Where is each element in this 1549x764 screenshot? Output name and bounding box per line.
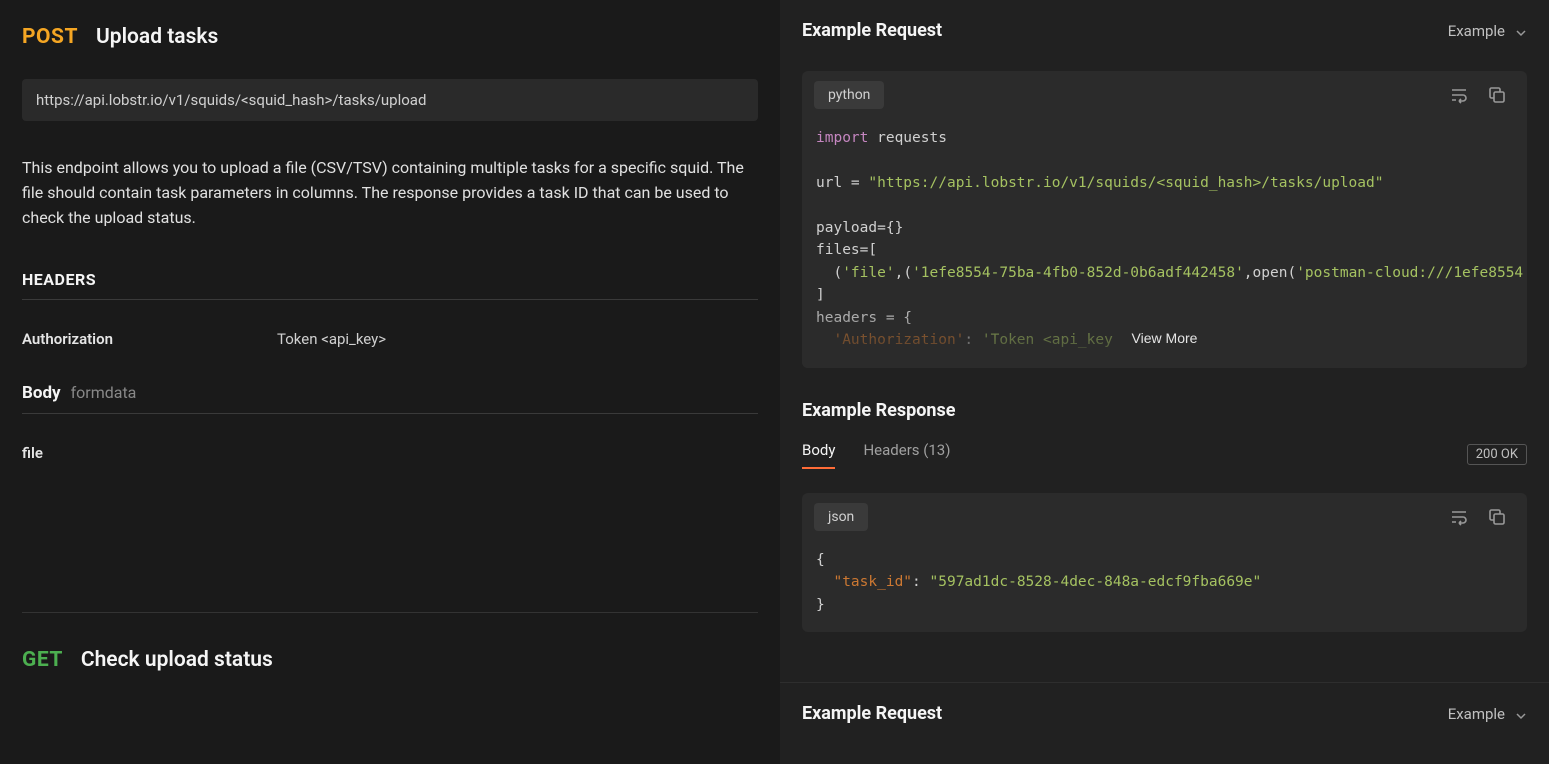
code-keyword: import: [816, 130, 868, 146]
code-string: 'file': [842, 265, 894, 281]
code-text: payload={}: [816, 220, 903, 236]
example-dropdown-label: Example: [1448, 705, 1505, 723]
example-request-header: Example Request Example: [780, 0, 1549, 61]
endpoint-header-2: GET Check upload status: [22, 648, 758, 672]
body-param-key: file: [22, 444, 758, 462]
chevron-down-icon: [1515, 25, 1527, 37]
example-panel: Example Request Example python import re…: [780, 0, 1549, 764]
endpoint-header: POST Upload tasks: [22, 25, 758, 49]
endpoint-url[interactable]: https://api.lobstr.io/v1/squids/<squid_h…: [22, 79, 758, 121]
code-content[interactable]: { "task_id": "597ad1dc-8528-4dec-848a-ed…: [802, 531, 1527, 632]
wrap-lines-icon[interactable]: [1449, 85, 1469, 105]
response-tabs: Body Headers (13): [802, 441, 950, 469]
tab-body[interactable]: Body: [802, 441, 835, 469]
code-actions: [1449, 85, 1515, 105]
view-more-overlay: View More: [802, 308, 1527, 368]
body-section-header: Body formdata: [22, 383, 758, 414]
header-key: Authorization: [22, 330, 277, 348]
request-code-block: python import requests url = "https://ap…: [802, 71, 1527, 368]
code-text: (: [816, 265, 842, 281]
copy-icon[interactable]: [1487, 507, 1507, 527]
chevron-down-icon: [1515, 708, 1527, 720]
code-string: 'postman-cloud:///1efe8554: [1296, 265, 1523, 281]
code-text: [816, 574, 833, 590]
language-badge[interactable]: json: [814, 503, 868, 531]
body-label: Body: [22, 383, 61, 403]
view-more-button[interactable]: View More: [1132, 330, 1198, 346]
code-text: url =: [816, 175, 868, 191]
code-text: ,open(: [1244, 265, 1296, 281]
code-string: '1efe8554-75ba-4fb0-852d-0b6adf442458': [912, 265, 1244, 281]
example-dropdown[interactable]: Example: [1448, 705, 1527, 723]
example-response-title: Example Response: [802, 400, 1527, 421]
next-endpoint: GET Check upload status: [22, 612, 758, 672]
code-text: {: [816, 552, 825, 568]
code-string: "597ad1dc-8528-4dec-848a-edcf9fba669e": [930, 574, 1262, 590]
copy-icon[interactable]: [1487, 85, 1507, 105]
second-request-section: Example Request Example: [780, 682, 1549, 744]
header-row: Authorization Token <api_key>: [22, 330, 758, 348]
tab-headers[interactable]: Headers (13): [863, 441, 950, 469]
headers-section-label: HEADERS: [22, 270, 758, 300]
http-method-badge: POST: [22, 25, 78, 49]
example-request-title: Example Request: [802, 20, 942, 41]
endpoint-title: Upload tasks: [96, 25, 218, 49]
code-text: :: [912, 574, 929, 590]
code-actions: [1449, 507, 1515, 527]
code-text: ,(: [895, 265, 912, 281]
code-string: "https://api.lobstr.io/v1/squids/<squid_…: [868, 175, 1383, 191]
header-value: Token <api_key>: [277, 330, 386, 348]
code-key: "task_id": [833, 574, 912, 590]
code-text: files=[: [816, 242, 877, 258]
documentation-panel: POST Upload tasks https://api.lobstr.io/…: [0, 0, 780, 764]
response-code-block: json { "task_id": "597ad1dc-8528-4dec-84…: [802, 493, 1527, 632]
code-content[interactable]: import requests url = "https://api.lobst…: [802, 109, 1527, 368]
wrap-lines-icon[interactable]: [1449, 507, 1469, 527]
response-tabs-row: Body Headers (13) 200 OK: [802, 441, 1527, 469]
code-header: json: [802, 493, 1527, 531]
http-method-badge: GET: [22, 648, 63, 672]
code-text: requests: [868, 130, 947, 146]
example-dropdown-label: Example: [1448, 22, 1505, 40]
endpoint-title: Check upload status: [81, 648, 273, 672]
example-request-title: Example Request: [802, 703, 942, 724]
code-text: }: [816, 597, 825, 613]
example-dropdown[interactable]: Example: [1448, 22, 1527, 40]
body-type: formdata: [71, 383, 137, 402]
code-text: ]: [816, 287, 825, 303]
language-badge[interactable]: python: [814, 81, 884, 109]
endpoint-description: This endpoint allows you to upload a fil…: [22, 156, 758, 230]
status-badge: 200 OK: [1467, 444, 1527, 465]
example-response-section: Example Response Body Headers (13) 200 O…: [780, 388, 1549, 483]
code-header: python: [802, 71, 1527, 109]
example-request-header-2: Example Request Example: [780, 683, 1549, 744]
